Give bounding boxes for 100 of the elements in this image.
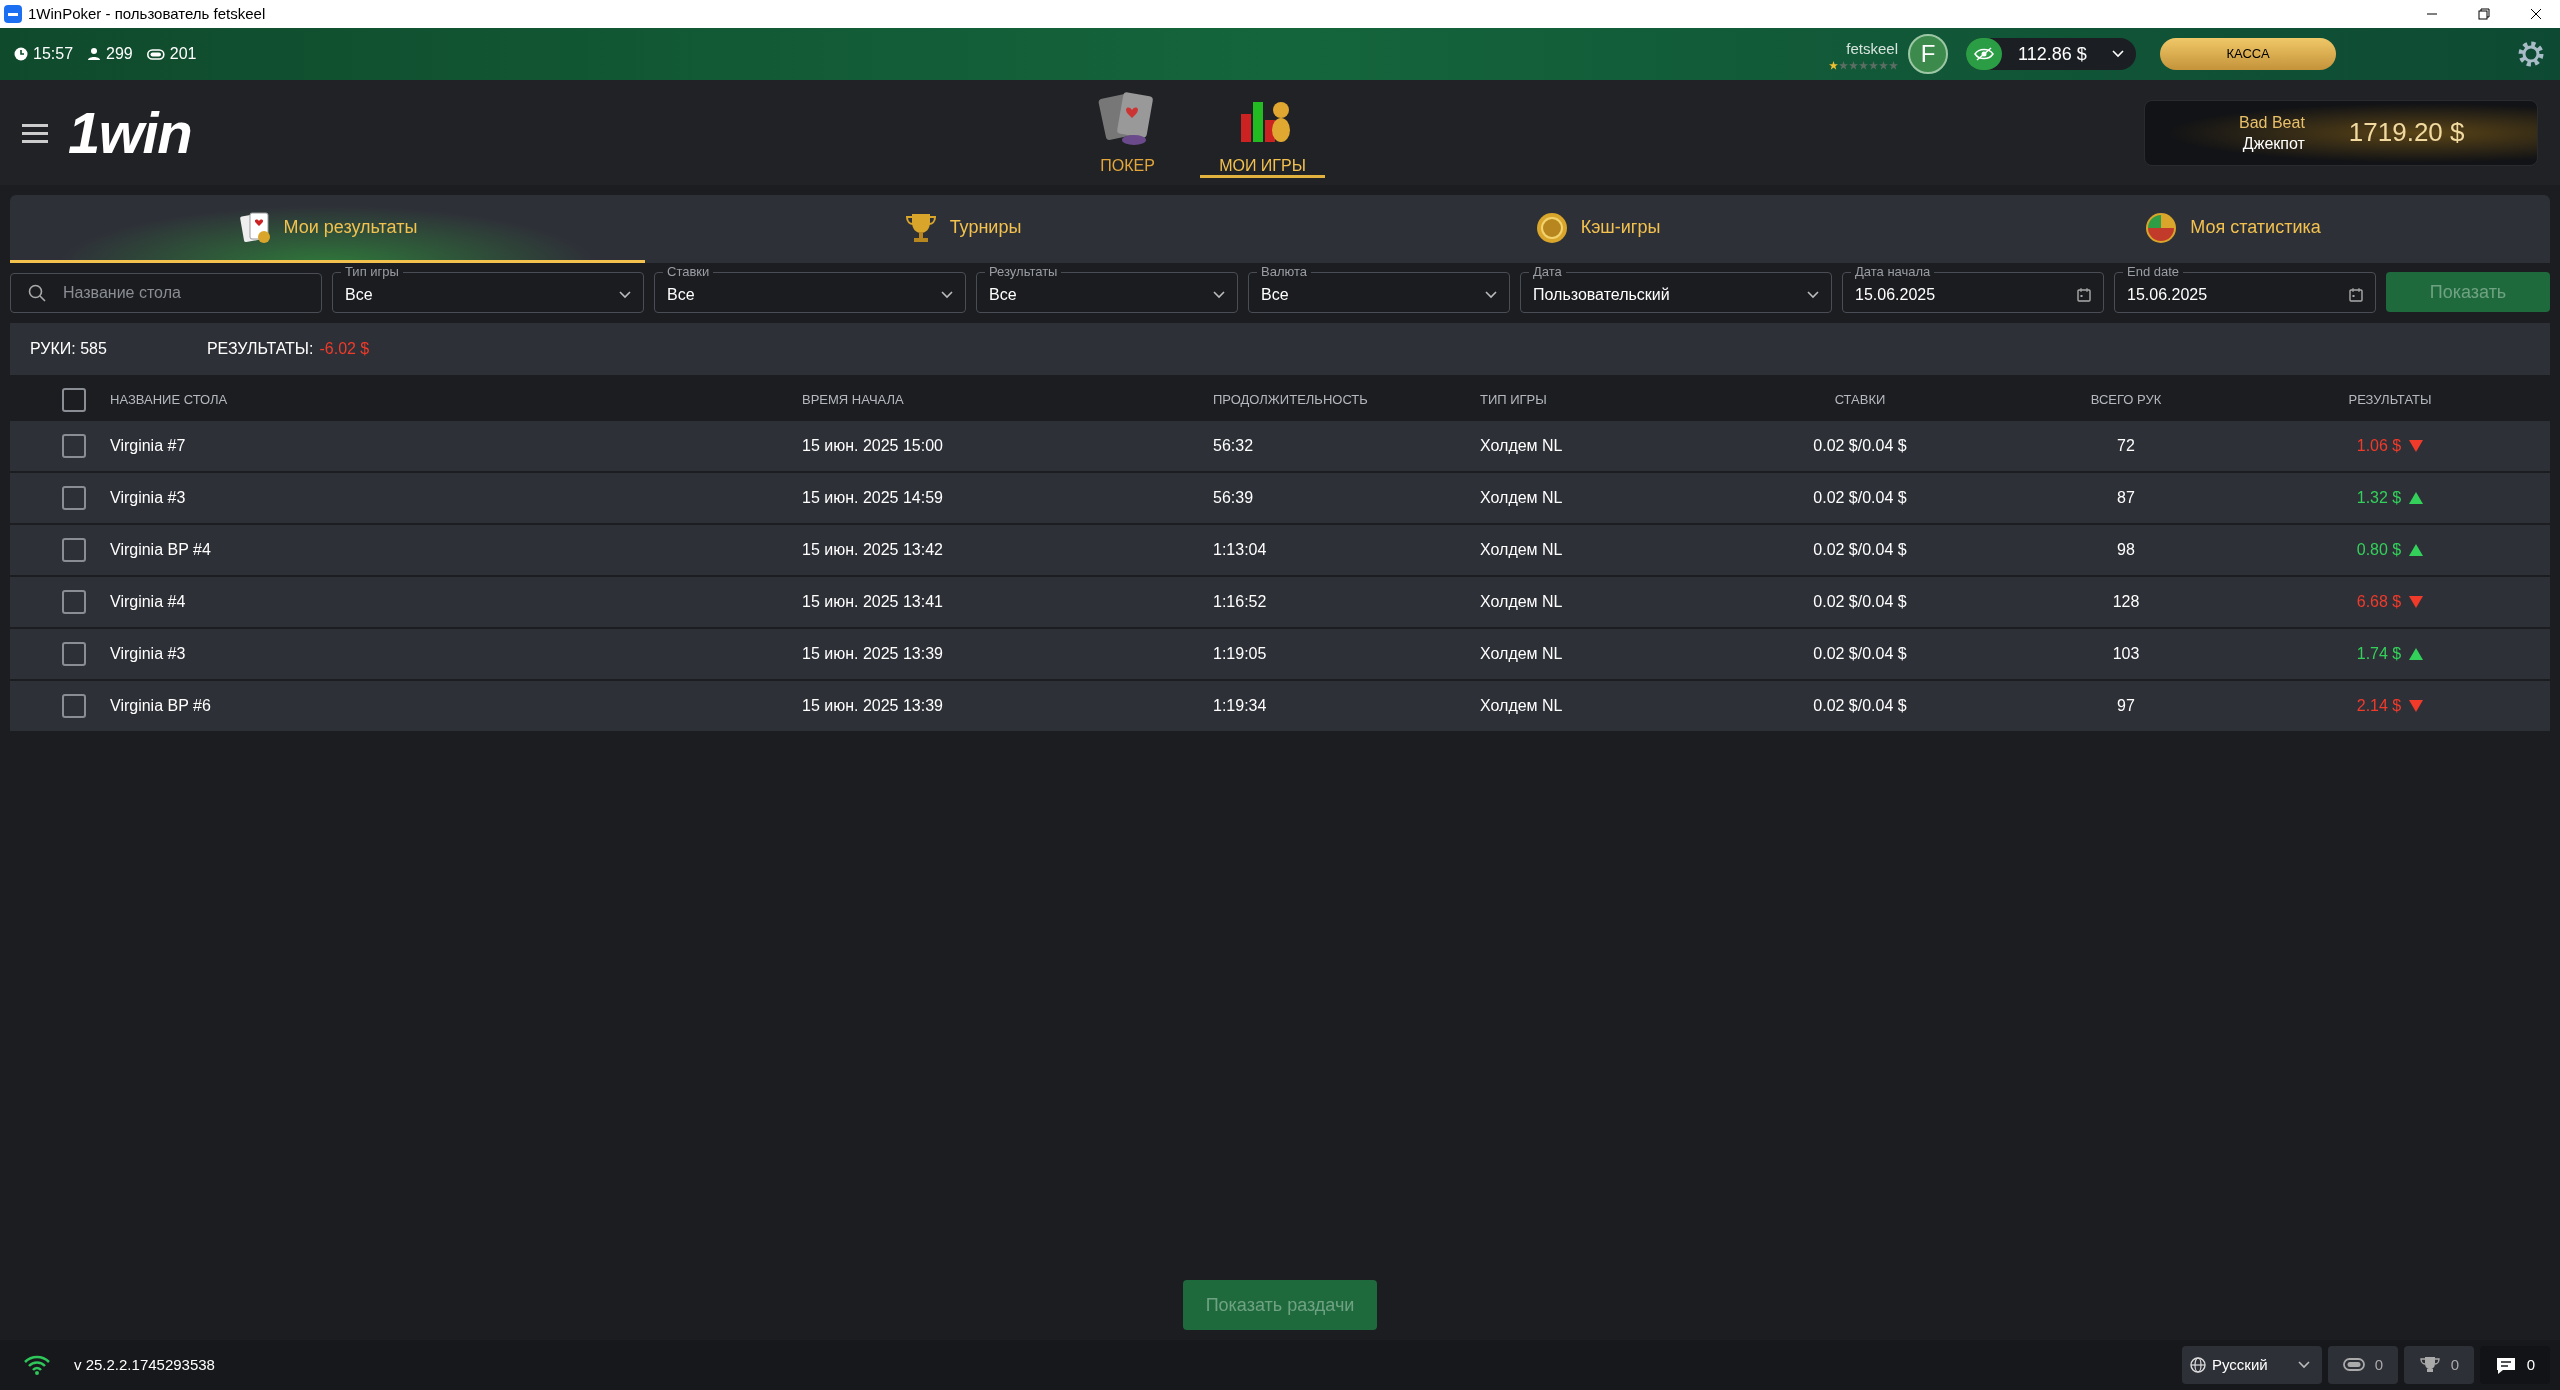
chevron-down-icon bbox=[2112, 50, 2124, 58]
checkbox[interactable] bbox=[62, 434, 86, 458]
table-cell-text: Virginia #3 bbox=[110, 644, 187, 664]
table-row[interactable]: Virginia #3 15 июн. 2025 14:59 56:39 Холдем NL 0.02 $/0.04 $ 87 1.32 $ bbox=[10, 473, 2550, 523]
search-icon bbox=[28, 284, 46, 302]
table-cell-text: 1:16:52 bbox=[1213, 592, 1268, 612]
date-field[interactable]: Дата начала 15.06.2025 bbox=[1842, 265, 2104, 313]
search-field[interactable]: Название стола bbox=[10, 273, 322, 313]
dropdown[interactable]: Результаты Все bbox=[976, 265, 1238, 313]
table-row[interactable]: Virginia BP #6 15 июн. 2025 13:39 1:19:34 Холдем NL 0.02 $/0.04 $ 97 2.14 $ bbox=[10, 681, 2550, 731]
table-cell-text: 0.02 $/0.04 $ bbox=[1812, 540, 1908, 560]
table-cell-text: 128 bbox=[2111, 592, 2141, 612]
result-cell-text: 1.74 $ bbox=[2356, 644, 2402, 664]
star-icon bbox=[1879, 60, 1888, 70]
username: fetskeel bbox=[1846, 39, 1898, 60]
restore-icon[interactable] bbox=[2478, 8, 2490, 20]
dropdown[interactable]: Валюта Все bbox=[1248, 265, 1510, 313]
tab[interactable]: Кэш-игры bbox=[1280, 195, 1915, 263]
table-cell-text: 15 июн. 2025 13:42 bbox=[802, 540, 944, 560]
column-header[interactable]: ВРЕМЯ НАЧАЛА bbox=[802, 390, 1213, 410]
column-header[interactable]: НАЗВАНИЕ СТОЛА bbox=[110, 390, 802, 410]
table-cell-text: 103 bbox=[2111, 644, 2141, 664]
column-header[interactable]: ВСЕГО РУК bbox=[2022, 390, 2230, 410]
table-row[interactable]: Virginia #3 15 июн. 2025 13:39 1:19:05 Холдем NL 0.02 $/0.04 $ 103 1.74 $ bbox=[10, 629, 2550, 679]
close-icon[interactable] bbox=[2530, 8, 2542, 20]
table-cell-text: 0.02 $/0.04 $ bbox=[1812, 592, 1908, 612]
chat-icon bbox=[2494, 1356, 2517, 1374]
wifi-icon bbox=[24, 1355, 50, 1375]
counter-button[interactable]: 0 bbox=[2480, 1346, 2550, 1384]
stat-value: 299 bbox=[106, 44, 133, 64]
pie-chip-icon bbox=[2144, 210, 2179, 245]
checkbox[interactable] bbox=[62, 694, 86, 718]
dropdown[interactable]: Дата Пользовательский bbox=[1520, 265, 1832, 313]
results-label: РЕЗУЛЬТАТЫ: bbox=[206, 339, 314, 359]
jackpot-amount: 1719.20 $ bbox=[2348, 116, 2465, 149]
cashier-button[interactable]: КАССА bbox=[2160, 38, 2336, 70]
language-selector[interactable]: Русский bbox=[2182, 1346, 2322, 1384]
table-cell-text: 15 июн. 2025 15:00 bbox=[802, 436, 944, 456]
balance-amount: 112.86 $ bbox=[2018, 42, 2087, 66]
results-value: -6.02 $ bbox=[319, 339, 370, 359]
chevron-down-icon bbox=[1807, 290, 1819, 299]
chevron-down-icon bbox=[1213, 290, 1225, 299]
checkbox[interactable] bbox=[62, 590, 86, 614]
clock-icon bbox=[14, 47, 28, 61]
nav-tab[interactable]: МОИ ИГРЫ bbox=[1200, 90, 1325, 178]
hidden-eye-icon bbox=[1974, 47, 1994, 61]
table-icon bbox=[146, 47, 165, 61]
tab[interactable]: Моя статистика bbox=[1915, 195, 2550, 263]
trophy-icon bbox=[2418, 1356, 2441, 1374]
checkbox[interactable] bbox=[62, 642, 86, 666]
table-cell-text: 72 bbox=[2116, 436, 2136, 456]
star-icon bbox=[1859, 60, 1868, 70]
calendar-icon bbox=[2077, 287, 2091, 302]
star-icon bbox=[1829, 60, 1838, 70]
table-cell-text: 1:19:05 bbox=[1213, 644, 1268, 664]
chevron-down-icon bbox=[1485, 290, 1497, 299]
dropdown[interactable]: Тип игры Все bbox=[332, 265, 644, 313]
logo: 1win bbox=[68, 103, 192, 162]
checkbox[interactable] bbox=[62, 486, 86, 510]
table-cell-text: Холдем NL bbox=[1480, 540, 1564, 560]
column-header[interactable]: СТАВКИ bbox=[1698, 390, 2022, 410]
counter-button[interactable]: 0 bbox=[2404, 1346, 2474, 1384]
column-header[interactable]: ПРОДОЛЖИТЕЛЬНОСТЬ bbox=[1213, 390, 1480, 410]
table-cell-text: Холдем NL bbox=[1480, 696, 1564, 716]
column-header[interactable]: РЕЗУЛЬТАТЫ bbox=[2230, 390, 2550, 410]
table-row[interactable]: Virginia #7 15 июн. 2025 15:00 56:32 Холдем NL 0.02 $/0.04 $ 72 1.06 $ bbox=[10, 421, 2550, 471]
table-cell-text: 15 июн. 2025 13:39 bbox=[802, 644, 944, 664]
checkbox[interactable] bbox=[62, 538, 86, 562]
table-cell-text: 15 июн. 2025 13:41 bbox=[802, 592, 944, 612]
cards-chip-icon bbox=[237, 210, 272, 245]
table-cell-text: Холдем NL bbox=[1480, 644, 1564, 664]
table-cell-text: 0.02 $/0.04 $ bbox=[1812, 696, 1908, 716]
chevron-down-icon bbox=[619, 290, 631, 299]
version-label: v 25.2.2.1745293538 bbox=[74, 1354, 215, 1375]
hands-count: РУКИ: 585 bbox=[30, 339, 107, 359]
jackpot-subtitle: Джекпот bbox=[2242, 133, 2305, 154]
table-row[interactable]: Virginia #4 15 июн. 2025 13:41 1:16:52 Холдем NL 0.02 $/0.04 $ 128 6.68 $ bbox=[10, 577, 2550, 627]
star-icon bbox=[1869, 60, 1878, 70]
menu-icon[interactable] bbox=[22, 121, 48, 144]
avatar[interactable]: F bbox=[1908, 34, 1948, 74]
table-row[interactable]: Virginia BP #4 15 июн. 2025 13:42 1:13:04 Холдем NL 0.02 $/0.04 $ 98 0.80 $ bbox=[10, 525, 2550, 575]
stat-value: 201 bbox=[169, 44, 197, 64]
window-title: 1WinPoker - пользователь fetskeel bbox=[28, 3, 266, 24]
balance-pill[interactable]: 112.86 $ bbox=[1966, 38, 2136, 70]
nav-tab[interactable]: ПОКЕР bbox=[1065, 90, 1190, 178]
date-field[interactable]: End date 15.06.2025 bbox=[2114, 265, 2376, 313]
star-icon bbox=[1839, 60, 1848, 70]
counter-button[interactable]: 0 bbox=[2328, 1346, 2398, 1384]
tab[interactable]: Турниры bbox=[645, 195, 1280, 263]
dropdown[interactable]: Ставки Все bbox=[654, 265, 966, 313]
table-cell-text: Virginia #3 bbox=[110, 488, 187, 508]
checkbox[interactable] bbox=[62, 388, 86, 412]
table-cell-text: Холдем NL bbox=[1480, 592, 1564, 612]
settings-icon[interactable] bbox=[2516, 39, 2546, 69]
table-cell-text: Virginia #7 bbox=[110, 436, 187, 456]
table-cell-text: 97 bbox=[2116, 696, 2136, 716]
table-cell-text: Virginia BP #6 bbox=[110, 696, 212, 716]
column-header[interactable]: ТИП ИГРЫ bbox=[1480, 390, 1698, 410]
table-cell-text: 15 июн. 2025 14:59 bbox=[802, 488, 944, 508]
table-cell-text: 0.02 $/0.04 $ bbox=[1812, 488, 1908, 508]
